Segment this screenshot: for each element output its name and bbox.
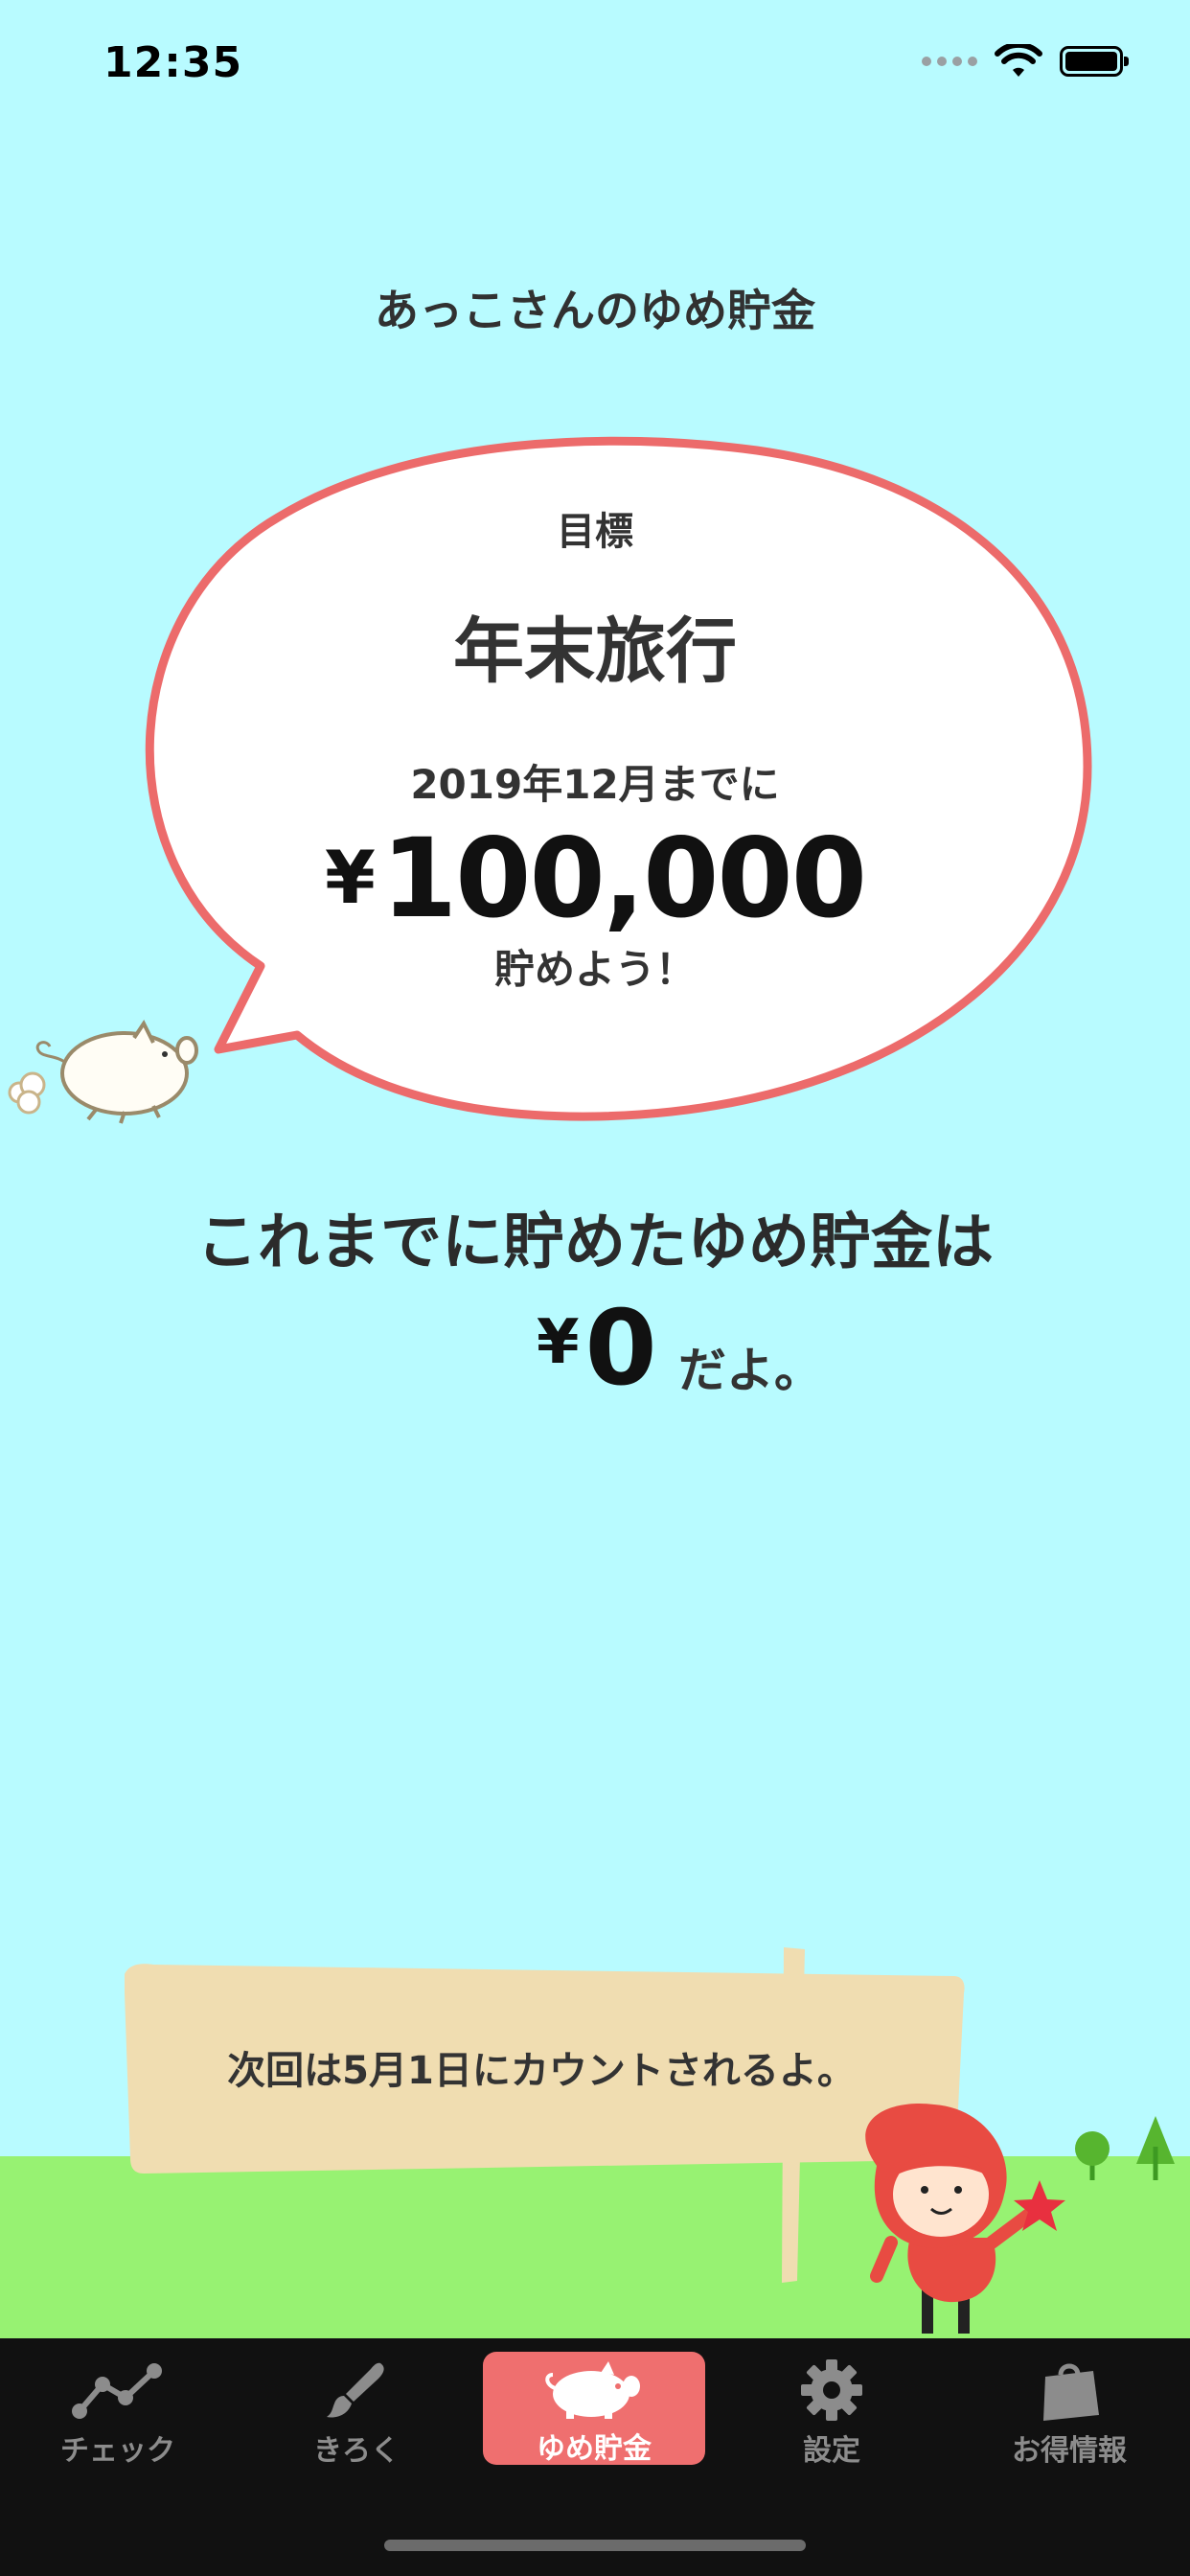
tab-record[interactable]: きろく [251,2338,462,2472]
tab-settings[interactable]: 設定 [726,2338,937,2472]
saved-label: これまでに貯めたゆめ貯金は [196,1208,994,1278]
gear-icon [726,2358,937,2423]
tab-deals[interactable]: お得情報 [964,2338,1175,2472]
flying-pig-illustration [8,1020,198,1124]
tab-deals-label: お得情報 [1012,2434,1127,2468]
goal-amount-value: 100,000 [380,815,867,942]
goal-amount: ¥100,000 [0,815,1190,942]
saved-amount: ¥0 [537,1289,657,1409]
tab-settings-label: 設定 [803,2434,860,2468]
brush-icon [251,2358,462,2423]
home-indicator[interactable] [384,2540,806,2551]
tab-record-label: きろく [313,2434,400,2468]
tab-check-label: チェック [60,2434,175,2468]
tab-check[interactable]: チェック [12,2338,223,2472]
next-count-message: 次回は5月1日にカウントされるよ。 [227,2049,856,2093]
grass-ground [0,2156,1190,2338]
goal-currency: ¥ [324,835,376,920]
chart-line-icon [12,2358,223,2423]
saved-currency: ¥ [537,1307,580,1378]
saved-amount-value: 0 [584,1289,657,1409]
goal-deadline: 2019年12月までに [410,761,780,808]
shopping-bag-icon [964,2358,1175,2423]
goal-suffix: 貯めよう！ [493,946,696,993]
goal-name: 年末旅行 [453,610,737,693]
tab-dream-savings-label: ゆめ貯金 [537,2432,652,2466]
tab-dream-savings[interactable]: ゆめ貯金 [483,2352,705,2466]
saved-suffix: だよ。 [678,1343,822,1398]
goal-label: 目標 [557,510,633,554]
piggy-icon [483,2358,705,2423]
